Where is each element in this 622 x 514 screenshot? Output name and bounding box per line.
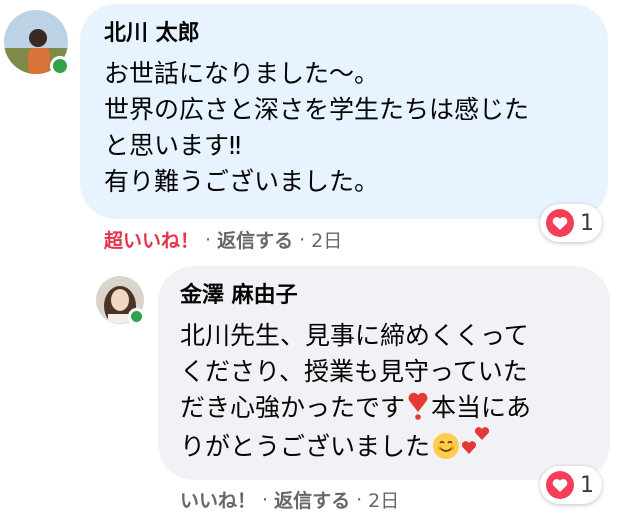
comment-line-1: お世話になりました〜。: [104, 59, 380, 88]
comment-line-3: と思います‼: [104, 131, 242, 160]
reply-line-2: くださり、授業も見守っていた: [180, 357, 528, 386]
comment-author-name[interactable]: 北川 太郎: [104, 20, 200, 48]
comment-actions: 超いいね！ · 返信する · 2日: [104, 226, 342, 253]
smiling-face-icon: [432, 432, 460, 470]
comment-line-4: 有り難うございました。: [104, 167, 380, 196]
separator-dot: ·: [205, 228, 212, 251]
reaction-count: 1: [580, 472, 594, 498]
timestamp[interactable]: 2日: [311, 226, 342, 253]
avatar-kitagawa[interactable]: [4, 10, 70, 76]
reply-line-1: 北川先生、見事に締めくくって: [180, 321, 529, 350]
super-like-button[interactable]: 超いいね！: [104, 226, 199, 253]
reaction-summary[interactable]: 1: [540, 204, 602, 242]
heart-exclamation-icon: [407, 390, 429, 430]
reply-line-3-suffix: 本当にあ: [431, 393, 532, 422]
separator-dot: ·: [299, 228, 306, 251]
reply-line-4-text: りがとうございました: [180, 432, 431, 461]
separator-dot: ·: [356, 488, 363, 511]
avatar-kanazawa[interactable]: [96, 276, 145, 325]
reaction-count: 1: [580, 210, 594, 236]
love-reaction-icon: [546, 209, 574, 237]
two-hearts-icon: [460, 426, 490, 468]
online-status-dot: [128, 308, 145, 325]
reply-line-3-text: だき心強かったです: [180, 393, 406, 422]
timestamp[interactable]: 2日: [368, 486, 399, 513]
reply-actions: いいね！ · 返信する · 2日: [180, 486, 399, 513]
separator-dot: ·: [262, 488, 269, 511]
comment-line-2: 世界の広さと深さを学生たちは感じた: [104, 95, 530, 124]
reply-button[interactable]: 返信する: [217, 226, 293, 253]
reply-line-4: りがとうございました: [180, 426, 490, 470]
reply-button[interactable]: 返信する: [274, 486, 350, 513]
online-status-dot: [50, 56, 70, 76]
like-button[interactable]: いいね！: [180, 486, 256, 513]
love-reaction-icon: [546, 471, 574, 499]
reply-reaction-summary[interactable]: 1: [540, 466, 602, 504]
reply-line-3: だき心強かったです 本当にあ: [180, 390, 531, 430]
reply-author-name[interactable]: 金澤 麻由子: [180, 282, 298, 310]
